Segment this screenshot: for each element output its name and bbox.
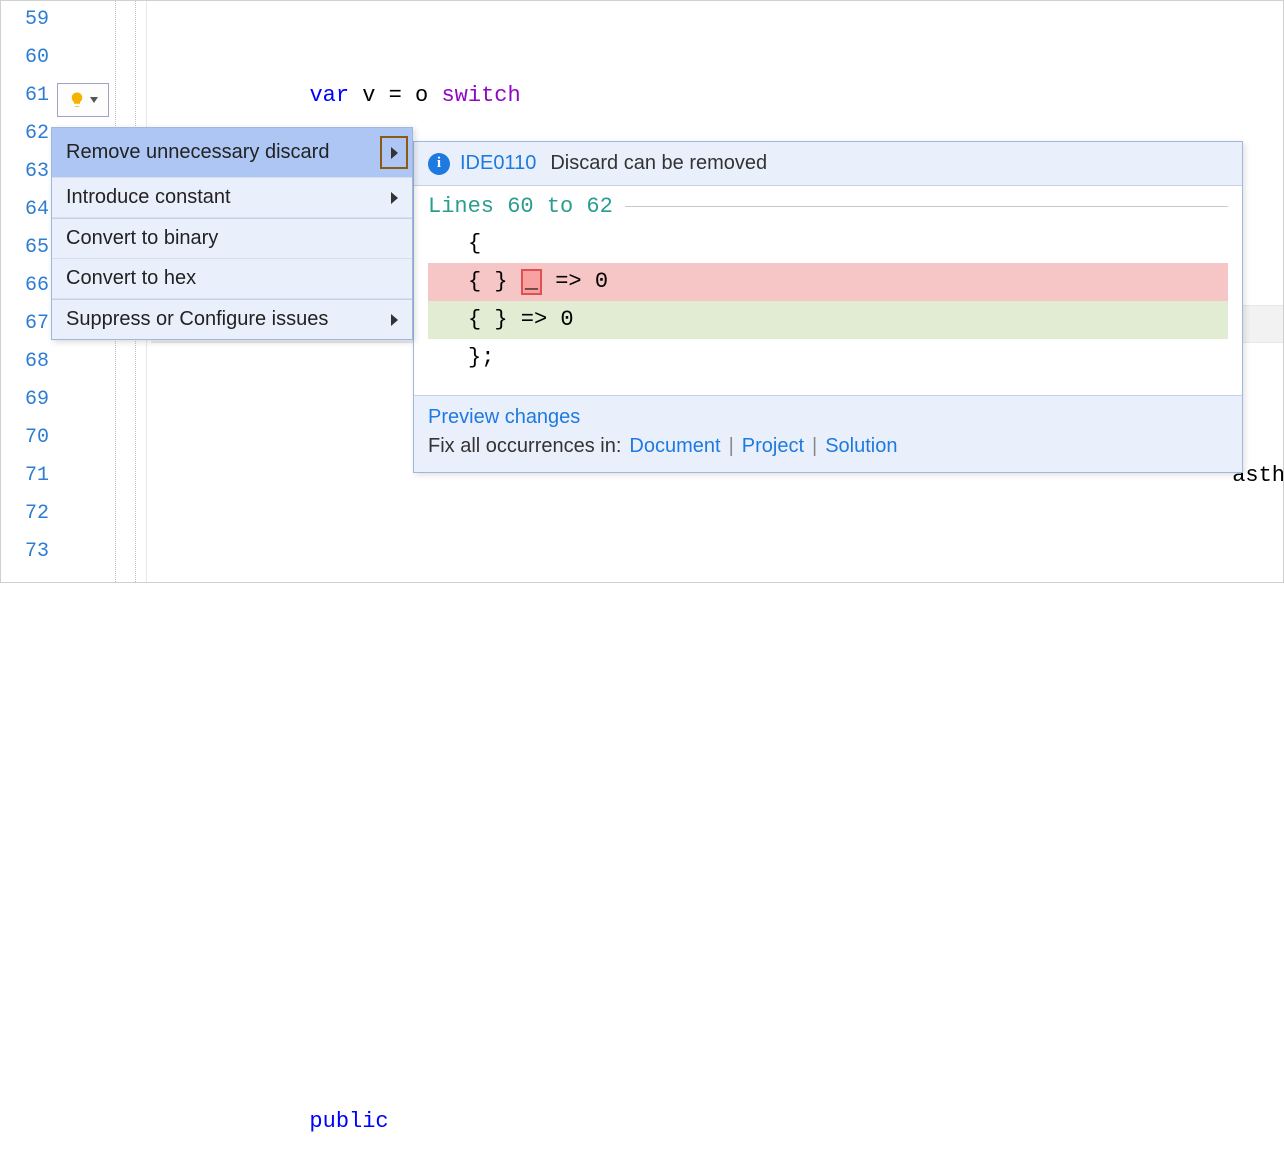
fix-document-link[interactable]: Document — [629, 435, 720, 458]
menu-item-introduce-constant[interactable]: Introduce constant — [52, 178, 412, 218]
line-number: 65 — [1, 229, 49, 267]
code-line — [151, 533, 1283, 571]
lightbulb-icon — [68, 91, 86, 109]
fix-all-label: Fix all occurrences in: — [428, 435, 621, 458]
preview-changes-link[interactable]: Preview changes — [428, 406, 580, 428]
line-number: 73 — [1, 533, 49, 571]
removed-token: _ — [521, 269, 542, 295]
diagnostic-id: IDE0110 — [460, 152, 536, 175]
fix-preview-panel: i IDE0110 Discard can be removed Lines 6… — [413, 141, 1243, 473]
chevron-right-icon — [391, 147, 398, 159]
line-number: 70 — [1, 419, 49, 457]
menu-item-suppress-configure[interactable]: Suppress or Configure issues — [52, 300, 412, 339]
line-number: 60 — [1, 39, 49, 77]
code-line — [151, 761, 1283, 799]
diff-range-text: Lines 60 to 62 — [428, 194, 613, 219]
code-line: public — [151, 1103, 1283, 1141]
divider-line — [625, 206, 1228, 207]
code-line: var v = o switch — [151, 77, 1283, 115]
lightbulb-button[interactable] — [57, 83, 109, 117]
menu-item-label: Convert to hex — [66, 267, 196, 290]
diff-range-label: Lines 60 to 62 — [428, 194, 1228, 219]
diff-removed-line: { } _ => 0 — [428, 263, 1228, 301]
diff-context-line: }; — [428, 339, 1228, 377]
chevron-right-icon — [391, 192, 398, 204]
code-line — [151, 989, 1283, 1027]
line-number: 62 — [1, 115, 49, 153]
menu-item-label: Remove unnecessary discard — [66, 141, 329, 164]
line-number: 66 — [1, 267, 49, 305]
chevron-right-icon — [391, 314, 398, 326]
submenu-indicator — [380, 136, 408, 169]
preview-header: i IDE0110 Discard can be removed — [414, 142, 1242, 186]
menu-item-label: Suppress or Configure issues — [66, 308, 328, 331]
line-number: 69 — [1, 381, 49, 419]
fix-solution-link[interactable]: Solution — [825, 435, 897, 458]
line-number: 68 — [1, 343, 49, 381]
line-number: 72 — [1, 495, 49, 533]
preview-footer: Preview changes Fix all occurrences in: … — [414, 395, 1242, 472]
line-number: 59 — [1, 1, 49, 39]
chevron-down-icon — [90, 97, 98, 103]
menu-item-convert-hex[interactable]: Convert to hex — [52, 259, 412, 299]
line-number-gutter: 59 60 61 62 63 64 65 66 67 68 69 70 71 7… — [1, 1, 57, 582]
line-number: 63 — [1, 153, 49, 191]
diff-context-line: { — [428, 225, 1228, 263]
line-number: 64 — [1, 191, 49, 229]
diagnostic-description: Discard can be removed — [550, 152, 767, 175]
menu-item-label: Convert to binary — [66, 227, 218, 250]
preview-body: Lines 60 to 62 { { } _ => 0 { } => 0 }; — [414, 186, 1242, 395]
fix-project-link[interactable]: Project — [742, 435, 804, 458]
line-number: 61 — [1, 77, 49, 115]
info-icon: i — [428, 153, 450, 175]
line-number: 67 — [1, 305, 49, 343]
code-line — [151, 647, 1283, 685]
diff-added-line: { } => 0 — [428, 301, 1228, 339]
separator: | — [729, 435, 734, 458]
menu-item-remove-discard[interactable]: Remove unnecessary discard — [52, 128, 412, 178]
quick-actions-menu: Remove unnecessary discard Introduce con… — [51, 127, 413, 340]
menu-item-convert-binary[interactable]: Convert to binary — [52, 219, 412, 259]
code-line — [151, 875, 1283, 913]
separator: | — [812, 435, 817, 458]
menu-item-label: Introduce constant — [66, 186, 231, 209]
line-number: 71 — [1, 457, 49, 495]
